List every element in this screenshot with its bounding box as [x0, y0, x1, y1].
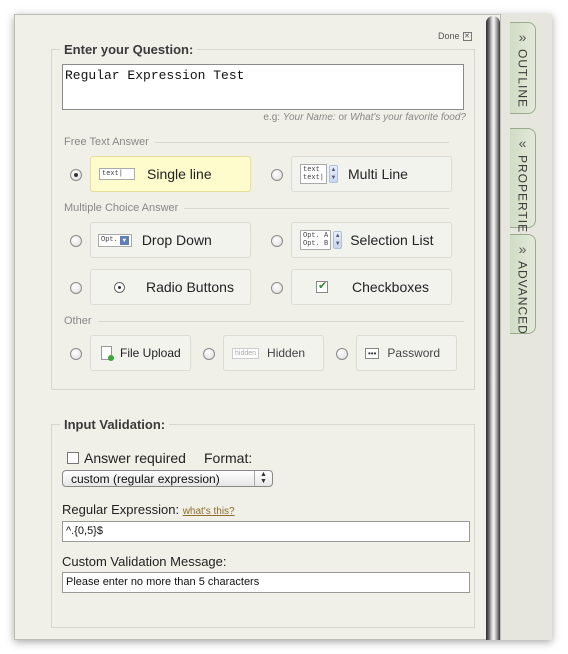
- chevron-down-icon: ▼: [119, 235, 129, 245]
- drop-down-option[interactable]: Opt. ▼ Drop Down: [90, 222, 251, 258]
- drop-down-radio[interactable]: [70, 235, 82, 247]
- hidden-label: Hidden: [267, 346, 306, 360]
- scroll-divider[interactable]: [486, 16, 500, 640]
- tab-properties-label: PROPERTIES: [515, 155, 530, 243]
- section-free-text-label: Free Text Answer: [64, 136, 149, 148]
- question-hint: e.g: Your Name: or What's your favorite …: [263, 112, 466, 123]
- done-button[interactable]: Done ✕: [438, 31, 472, 42]
- hint-example-2: What's your favorite food?: [350, 112, 466, 123]
- tab-properties[interactable]: « PROPERTIES: [510, 128, 536, 242]
- password-label: Password: [387, 346, 441, 360]
- answer-required-checkbox[interactable]: [67, 452, 79, 464]
- chevron-right-icon: »: [518, 29, 527, 45]
- checkboxes-radio[interactable]: [271, 282, 283, 294]
- format-label: Format:: [204, 450, 253, 466]
- selection-list-radio[interactable]: [271, 235, 283, 247]
- tab-advanced-label: ADVANCED: [515, 261, 530, 335]
- hint-or: or: [338, 112, 348, 123]
- selection-list-label: Selection List: [350, 232, 434, 248]
- single-line-radio[interactable]: [70, 169, 82, 181]
- message-input[interactable]: Please enter no more than 5 characters: [62, 572, 470, 593]
- section-other-label: Other: [64, 315, 92, 327]
- format-select[interactable]: custom (regular expression) ▲ ▼: [62, 470, 273, 487]
- format-select-value: custom (regular expression): [71, 472, 220, 486]
- file-upload-radio[interactable]: [70, 348, 82, 360]
- selection-list-icon: Opt. A Opt. B: [300, 230, 332, 250]
- regex-label: Regular Expression: what's this?: [62, 502, 235, 517]
- section-multiple-choice-label: Multiple Choice Answer: [64, 202, 179, 214]
- multi-line-option[interactable]: text text| ▲ ▼ Multi Line: [291, 156, 452, 192]
- regex-help-link[interactable]: what's this?: [183, 506, 235, 517]
- tab-advanced[interactable]: » ADVANCED: [510, 234, 536, 335]
- message-label: Custom Validation Message:: [62, 554, 227, 569]
- selection-list-option[interactable]: Opt. A Opt. B ▲ ▼ Selection List: [291, 222, 452, 258]
- password-field-icon: •••: [365, 347, 380, 359]
- spinner-arrows-icon: ▲ ▼: [333, 231, 343, 249]
- section-free-text: Free Text Answer: [64, 136, 449, 148]
- question-legend: Enter your Question:: [60, 42, 198, 57]
- radio-buttons-radio[interactable]: [70, 282, 82, 294]
- file-upload-label: File Upload: [120, 346, 181, 360]
- chevron-left-icon: «: [518, 135, 527, 151]
- single-line-label: Single line: [147, 166, 212, 182]
- hidden-radio[interactable]: [203, 348, 215, 360]
- file-upload-option[interactable]: File Upload: [90, 335, 191, 371]
- select-arrows-icon: ▲ ▼: [254, 471, 272, 486]
- done-label: Done: [438, 31, 460, 41]
- section-other: Other: [64, 315, 464, 327]
- radio-button-icon: [114, 281, 125, 293]
- checkbox-icon: [316, 279, 328, 293]
- drop-down-icon: Opt. ▼: [98, 233, 132, 247]
- validation-legend: Input Validation:: [60, 417, 170, 432]
- radio-buttons-option[interactable]: Radio Buttons: [90, 269, 251, 305]
- radio-buttons-label: Radio Buttons: [146, 279, 234, 295]
- checkboxes-label: Checkboxes: [352, 279, 430, 295]
- multi-line-icon: text text|: [300, 164, 328, 184]
- chevron-right-icon: »: [518, 241, 527, 257]
- section-multiple-choice: Multiple Choice Answer: [64, 202, 450, 214]
- question-input[interactable]: Regular Expression Test: [62, 64, 464, 110]
- tab-outline-label: OUTLINE: [515, 49, 530, 109]
- single-line-icon: text|: [99, 168, 135, 180]
- spinner-arrows-icon: ▲ ▼: [329, 165, 339, 183]
- answer-required-label: Answer required: [84, 450, 186, 466]
- multi-line-label: Multi Line: [348, 166, 408, 182]
- hidden-field-icon: hidden: [232, 347, 260, 359]
- hidden-option[interactable]: hidden Hidden: [223, 335, 324, 371]
- password-radio[interactable]: [336, 348, 348, 360]
- multi-line-radio[interactable]: [271, 169, 283, 181]
- drop-down-label: Drop Down: [141, 232, 212, 248]
- hint-prefix: e.g:: [263, 112, 281, 123]
- hint-example-1: Your Name:: [282, 112, 336, 123]
- single-line-option[interactable]: text| Single line: [90, 156, 251, 192]
- regex-input[interactable]: ^.{0,5}$: [62, 521, 470, 542]
- tab-outline[interactable]: » OUTLINE: [510, 22, 536, 114]
- regex-label-text: Regular Expression:: [62, 502, 180, 517]
- close-icon: ✕: [462, 32, 472, 42]
- file-upload-icon: [101, 346, 114, 361]
- checkboxes-option[interactable]: Checkboxes: [291, 269, 452, 305]
- password-option[interactable]: ••• Password: [356, 335, 457, 371]
